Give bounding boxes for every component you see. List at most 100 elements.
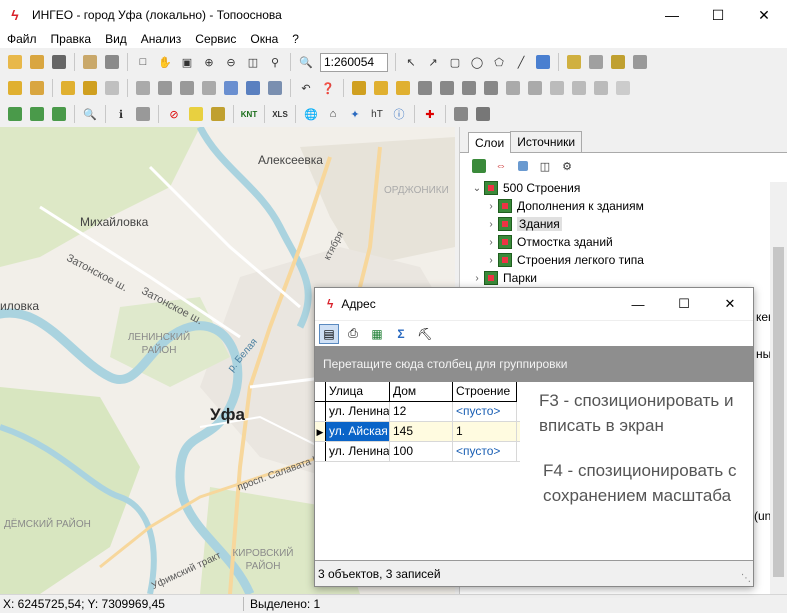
tree-item[interactable]: › Дополнения к зданиям (460, 197, 787, 215)
menu-view[interactable]: Вид (98, 32, 134, 46)
table-row[interactable]: ул. Ленина 12 <пусто> (315, 402, 520, 422)
layers-scrollbar[interactable] (770, 182, 787, 594)
dialog-minimize-button[interactable]: — (615, 288, 661, 320)
chevron-right-icon[interactable]: › (484, 255, 498, 266)
table-row[interactable]: ул. Ленина 100 <пусто> (315, 442, 520, 462)
tree-item[interactable]: › Здания (460, 215, 787, 233)
sum-icon[interactable]: Σ (391, 324, 411, 344)
print-icon[interactable] (102, 52, 122, 72)
extent-layer-icon[interactable]: ◫ (535, 156, 555, 176)
table-cell[interactable]: ул. Ленина (326, 402, 390, 421)
select-point-icon[interactable]: ↗ (423, 52, 443, 72)
menu-edit[interactable]: Правка (44, 32, 99, 46)
zoom-rect-icon[interactable]: ▣ (177, 52, 197, 72)
preview-icon[interactable] (80, 52, 100, 72)
scrollbar-thumb[interactable] (773, 247, 784, 577)
note-icon[interactable] (186, 104, 206, 124)
document-icon[interactable] (613, 78, 633, 98)
table-icon[interactable] (243, 78, 263, 98)
chevron-right-icon[interactable]: › (484, 237, 498, 248)
difference-icon[interactable] (459, 78, 479, 98)
height-icon[interactable]: hT (367, 104, 387, 124)
print-icon[interactable]: ⎙ (343, 324, 363, 344)
clip-icon[interactable] (503, 78, 523, 98)
table-cell[interactable]: <пусто> (453, 442, 517, 461)
group-icon[interactable] (58, 78, 78, 98)
copy-icon[interactable] (547, 78, 567, 98)
scale-icon[interactable]: 🔍 (296, 52, 316, 72)
column-header-street[interactable]: Улица (326, 382, 390, 402)
column-header-building[interactable]: Строение (453, 382, 517, 402)
chevron-right-icon[interactable]: › (484, 219, 498, 230)
split-icon[interactable] (371, 78, 391, 98)
chevron-right-icon[interactable]: › (470, 273, 484, 284)
intersect-icon[interactable] (437, 78, 457, 98)
tree-item[interactable]: ⌄ 500 Строения (460, 179, 787, 197)
excel-icon[interactable]: ▦ (367, 324, 387, 344)
table-cell[interactable]: 145 (390, 422, 453, 441)
help-icon[interactable]: ⓘ (389, 104, 409, 124)
minimize-button[interactable]: — (649, 0, 695, 30)
find-icon[interactable]: 🔍 (80, 104, 100, 124)
add-layer-icon[interactable] (469, 156, 489, 176)
route-edit-icon[interactable] (27, 104, 47, 124)
binoculars-icon[interactable]: ⛏ (415, 324, 435, 344)
zoom-out-icon[interactable]: ⊖ (221, 52, 241, 72)
xls-icon[interactable]: XLS (270, 104, 290, 124)
route-icon[interactable] (5, 104, 25, 124)
group-by-area[interactable]: Перетащите сюда столбец для группировки (315, 346, 753, 382)
table-cell[interactable]: 100 (390, 442, 453, 461)
resize-grip-icon[interactable]: ⋱ (741, 573, 751, 584)
open-map-icon[interactable] (27, 52, 47, 72)
snap-vertex-icon[interactable] (586, 52, 606, 72)
draw-point-icon[interactable] (199, 78, 219, 98)
chart-icon[interactable] (533, 52, 553, 72)
cut-icon[interactable] (591, 78, 611, 98)
knt-icon[interactable]: KNT (239, 104, 259, 124)
draw-line-icon[interactable] (155, 78, 175, 98)
table-cell[interactable]: 1 (453, 422, 517, 441)
snap-grid-icon[interactable] (630, 52, 650, 72)
dialog-close-button[interactable]: ✕ (707, 288, 753, 320)
union-icon[interactable] (415, 78, 435, 98)
menu-help[interactable]: ? (285, 32, 306, 46)
settings-pin-icon[interactable] (473, 104, 493, 124)
paste-icon[interactable] (569, 78, 589, 98)
plugin-icon[interactable]: ✚ (420, 104, 440, 124)
settings-icon[interactable]: ⚙ (557, 156, 577, 176)
select-area-icon[interactable]: □ (133, 52, 153, 72)
xor-icon[interactable] (481, 78, 501, 98)
tree-item[interactable]: › Парки (460, 269, 787, 287)
ungroup-icon[interactable] (80, 78, 100, 98)
menu-analysis[interactable]: Анализ (134, 32, 189, 46)
menu-service[interactable]: Сервис (188, 32, 243, 46)
compass-icon[interactable]: ✦ (345, 104, 365, 124)
query-icon[interactable] (265, 78, 285, 98)
snap-edge-icon[interactable] (608, 52, 628, 72)
layers-icon[interactable] (49, 52, 69, 72)
edit-vertices-icon[interactable] (349, 78, 369, 98)
select-poly-icon[interactable]: ⬠ (489, 52, 509, 72)
attributes-icon[interactable] (221, 78, 241, 98)
snap-icon[interactable] (564, 52, 584, 72)
route-add-icon[interactable] (49, 104, 69, 124)
table-row[interactable]: ▶ ул. Айская 145 1 (315, 422, 520, 442)
close-button[interactable]: ✕ (741, 0, 787, 30)
tree-item[interactable]: › Отмостка зданий (460, 233, 787, 251)
report-icon[interactable] (133, 104, 153, 124)
move-icon[interactable] (102, 78, 122, 98)
table-cell[interactable]: ул. Ленина (326, 442, 390, 461)
maximize-button[interactable]: ☐ (695, 0, 741, 30)
delete-object-icon[interactable] (133, 78, 153, 98)
open-project-icon[interactable] (5, 52, 25, 72)
tab-sources[interactable]: Источники (510, 131, 583, 152)
dialog-maximize-button[interactable]: ☐ (661, 288, 707, 320)
select-arrow-icon[interactable]: ↖ (401, 52, 421, 72)
table-cell[interactable]: ул. Айская (326, 422, 390, 441)
scale-field[interactable]: 1:260054 (320, 52, 388, 72)
chevron-right-icon[interactable]: › (484, 201, 498, 212)
column-header-house[interactable]: Дом (390, 382, 453, 402)
zoom-selected-icon[interactable]: ⚲ (265, 52, 285, 72)
forbid-icon[interactable]: ⊘ (164, 104, 184, 124)
buffer-icon[interactable] (525, 78, 545, 98)
